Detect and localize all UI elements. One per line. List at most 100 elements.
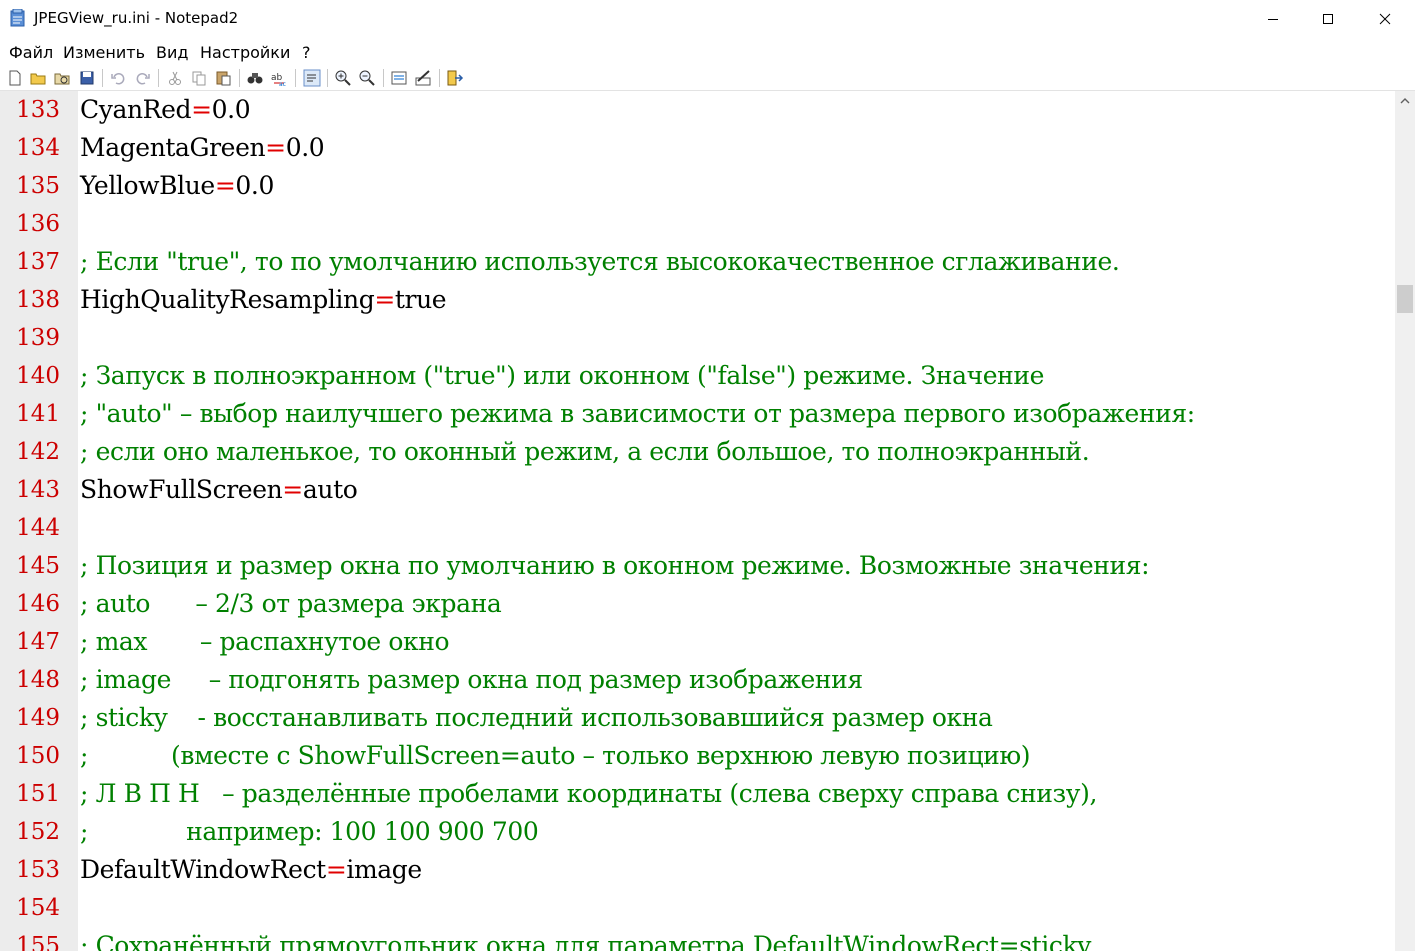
cut-icon[interactable] xyxy=(166,69,184,87)
editor-line[interactable]: 139 xyxy=(0,321,1395,359)
line-text: ; Позиция и размер окна по умолчанию в о… xyxy=(80,551,1150,580)
line-number: 134 xyxy=(16,135,60,161)
editor-line[interactable]: 149 ; sticky - восстанавливать последний … xyxy=(0,701,1395,739)
editor-line[interactable]: 147 ; max – распахнутое окно xyxy=(0,625,1395,663)
line-number: 138 xyxy=(16,287,60,313)
word-wrap-icon[interactable] xyxy=(303,69,321,87)
exit-icon[interactable] xyxy=(446,69,464,87)
line-number: 144 xyxy=(16,515,60,541)
maximize-button[interactable] xyxy=(1305,0,1351,38)
setting-value: 0.0 xyxy=(285,133,325,162)
zoom-in-icon[interactable] xyxy=(334,69,352,87)
line-number: 133 xyxy=(16,97,60,123)
menu-file[interactable]: Файл xyxy=(9,43,53,62)
line-text: ; auto – 2/3 от размера экрана xyxy=(80,589,502,618)
new-file-icon[interactable] xyxy=(6,69,24,87)
select-scheme-icon[interactable] xyxy=(390,69,408,87)
save-icon[interactable] xyxy=(78,69,96,87)
editor-line[interactable]: 155 ; Сохранённый прямоугольник окна для … xyxy=(0,929,1395,951)
comment-text: ; Если "true", то по умолчанию используе… xyxy=(80,247,1120,276)
comment-text: ; если оно маленькое, то оконный режим, … xyxy=(80,437,1090,466)
editor-line[interactable]: 152 ; например: 100 100 900 700 xyxy=(0,815,1395,853)
editor-line[interactable]: 151 ; Л В П Н – разделённые пробелами коо… xyxy=(0,777,1395,815)
paste-icon[interactable] xyxy=(214,69,232,87)
line-text: ; "auto" – выбор наилучшего режима в зав… xyxy=(80,399,1195,428)
editor-line[interactable]: 134 MagentaGreen=0.0 xyxy=(0,131,1395,169)
editor-line[interactable]: 135 YellowBlue=0.0 xyxy=(0,169,1395,207)
scroll-thumb[interactable] xyxy=(1397,285,1413,313)
line-text: ; max – распахнутое окно xyxy=(80,627,450,656)
line-number: 142 xyxy=(16,439,60,465)
editor-line[interactable]: 146 ; auto – 2/3 от размера экрана xyxy=(0,587,1395,625)
editor-line[interactable]: 154 xyxy=(0,891,1395,929)
comment-text: ; max – распахнутое окно xyxy=(80,627,450,656)
line-text: ShowFullScreen=auto xyxy=(80,475,358,504)
open-file-icon[interactable] xyxy=(29,69,47,87)
line-text: CyanRed=0.0 xyxy=(80,95,251,124)
scroll-up-button[interactable] xyxy=(1395,91,1415,111)
chevron-up-icon xyxy=(1400,98,1410,104)
menu-help[interactable]: ? xyxy=(302,43,311,62)
editor-line[interactable]: 143 ShowFullScreen=auto xyxy=(0,473,1395,511)
menu-bar: Файл Изменить Вид Настройки ? xyxy=(0,38,1415,66)
line-text: HighQualityResampling=true xyxy=(80,285,447,314)
line-text: YellowBlue=0.0 xyxy=(80,171,274,200)
editor-line[interactable]: 140 ; Запуск в полноэкранном ("true") или… xyxy=(0,359,1395,397)
toolbar-separator xyxy=(295,69,296,87)
equals-sign: = xyxy=(265,133,286,162)
equals-sign: = xyxy=(214,171,236,200)
customize-schemes-icon[interactable] xyxy=(414,69,432,87)
editor-line[interactable]: 145 ; Позиция и размер окна по умолчанию … xyxy=(0,549,1395,587)
setting-key: YellowBlue xyxy=(80,171,215,200)
editor-line[interactable]: 136 xyxy=(0,207,1395,245)
comment-text: ; sticky - восстанавливать последний исп… xyxy=(80,703,993,732)
notepad2-app-icon[interactable] xyxy=(10,9,26,27)
line-number: 145 xyxy=(16,553,60,579)
toolbar-separator xyxy=(383,69,384,87)
setting-value: 0.0 xyxy=(211,95,251,124)
editor-line[interactable]: 142 ; если оно маленькое, то оконный режи… xyxy=(0,435,1395,473)
replace-icon[interactable]: abac xyxy=(270,69,288,87)
find-icon[interactable] xyxy=(246,69,264,87)
menu-edit[interactable]: Изменить xyxy=(63,43,145,62)
vertical-scrollbar[interactable] xyxy=(1395,91,1415,951)
toolbar-separator xyxy=(439,69,440,87)
undo-icon[interactable] xyxy=(109,69,127,87)
menu-settings[interactable]: Настройки xyxy=(200,43,290,62)
equals-sign: = xyxy=(325,855,347,884)
editor-line[interactable]: 137 ; Если "true", то по умолчанию исполь… xyxy=(0,245,1395,283)
editor-line[interactable]: 138 HighQualityResampling=true xyxy=(0,283,1395,321)
line-number: 137 xyxy=(16,249,60,275)
line-text: ; Если "true", то по умолчанию используе… xyxy=(80,247,1120,276)
equals-sign: = xyxy=(191,95,212,124)
line-number: 148 xyxy=(16,667,60,693)
menu-view[interactable]: Вид xyxy=(156,43,188,62)
equals-sign: = xyxy=(374,285,395,314)
browse-icon[interactable] xyxy=(53,69,71,87)
comment-text: ; Позиция и размер окна по умолчанию в о… xyxy=(80,551,1150,580)
editor-line[interactable]: 148 ; image – подгонять размер окна под р… xyxy=(0,663,1395,701)
copy-icon[interactable] xyxy=(190,69,208,87)
toolbar-separator xyxy=(327,69,328,87)
editor-line[interactable]: 150 ; (вместе с ShowFullScreen=auto – тол… xyxy=(0,739,1395,777)
redo-icon[interactable] xyxy=(134,69,152,87)
line-text: ; sticky - восстанавливать последний исп… xyxy=(80,703,993,732)
comment-text: ; image – подгонять размер окна под разм… xyxy=(80,665,863,694)
editor-line[interactable]: 153 DefaultWindowRect=image xyxy=(0,853,1395,891)
line-text: ; например: 100 100 900 700 xyxy=(80,817,539,846)
line-number: 139 xyxy=(16,325,60,351)
minimize-button[interactable] xyxy=(1250,0,1296,38)
zoom-out-icon[interactable] xyxy=(358,69,376,87)
toolbar-separator xyxy=(239,69,240,87)
equals-sign: = xyxy=(282,475,303,504)
editor-line[interactable]: 144 xyxy=(0,511,1395,549)
setting-key: MagentaGreen xyxy=(80,133,266,162)
line-number: 141 xyxy=(16,401,60,427)
maximize-icon xyxy=(1323,14,1333,24)
line-number: 153 xyxy=(16,857,60,883)
close-button[interactable] xyxy=(1362,0,1408,38)
editor-line[interactable]: 133 CyanRed=0.0 xyxy=(0,93,1395,131)
line-number: 135 xyxy=(16,173,60,199)
editor-area[interactable]: 133 CyanRed=0.0 134 MagentaGreen=0.0 135 Yell… xyxy=(0,91,1395,951)
editor-line[interactable]: 141 ; "auto" – выбор наилучшего режима в … xyxy=(0,397,1395,435)
